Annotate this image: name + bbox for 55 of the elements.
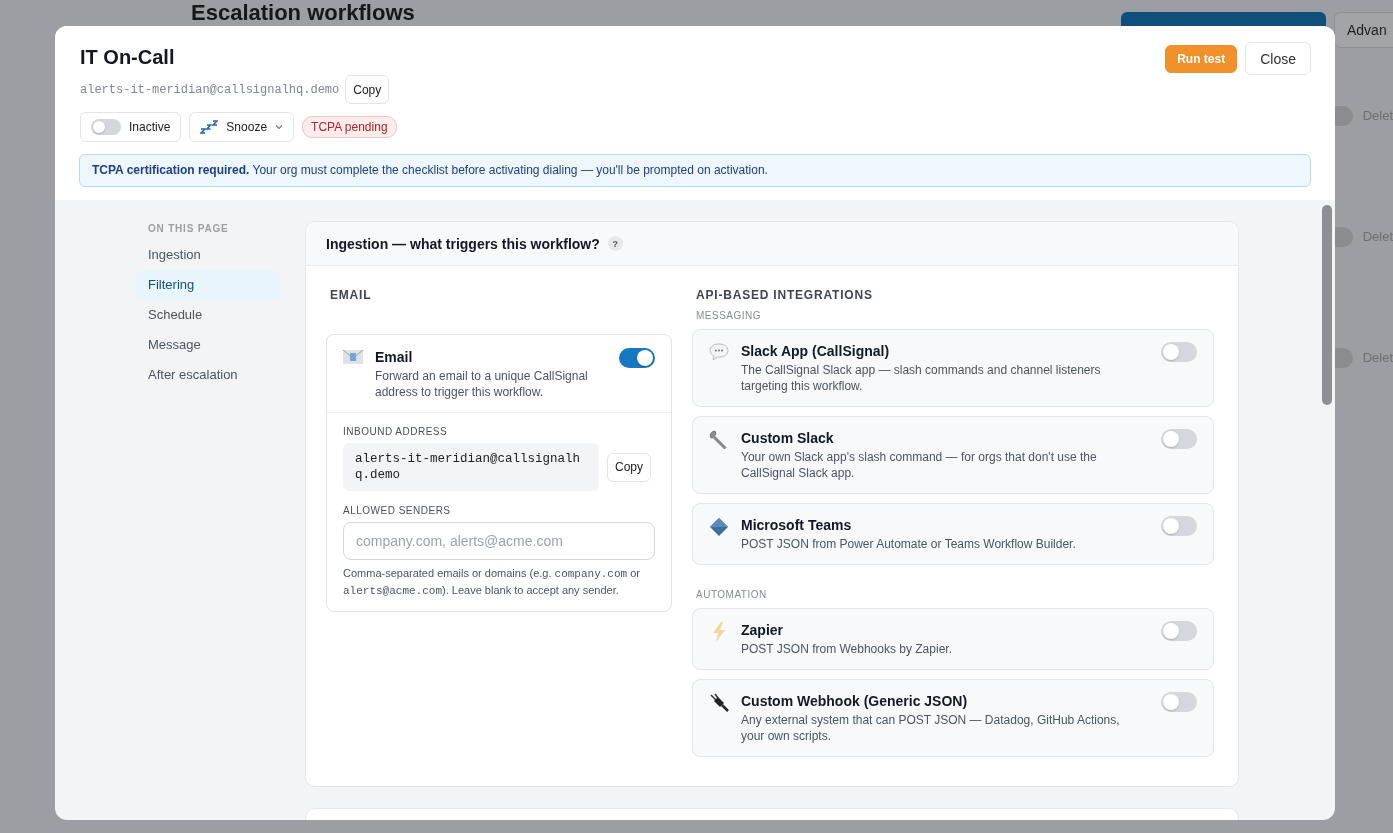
integration-title: Microsoft Teams: [741, 516, 853, 534]
sleep-icon: [200, 120, 219, 134]
speech-bubble-icon: [709, 343, 729, 361]
notice-banner: TCPA certification required. Your org must complete the checklist before activating dialing — you'll be prompted on activation.: [79, 154, 1311, 187]
column-heading: API-BASED INTEGRATIONS: [695, 287, 874, 303]
field-label: INBOUND ADDRESS: [343, 426, 449, 437]
integration-description: The CallSignal Slack app — slash commands and channel listeners targeting this workflow.: [741, 362, 1102, 394]
nav-heading: ON THIS PAGE: [147, 222, 230, 236]
integration-description: Forward an email to a unique CallSignal address to trigger this workflow.: [375, 368, 589, 400]
status-badge: TCPA pending: [302, 116, 397, 138]
nav-item[interactable]: Schedule: [136, 300, 280, 330]
envelope-icon: [343, 350, 363, 364]
diamond-icon: [709, 517, 729, 537]
field-label: ALLOWED SENDERS: [343, 505, 452, 516]
toggle-switch[interactable]: [619, 348, 655, 368]
advanced-button[interactable]: Advan: [1334, 12, 1393, 48]
integration-title: Email: [375, 348, 414, 366]
page-title: Escalation workflows: [191, 0, 416, 25]
status-toggle[interactable]: Inactive: [80, 112, 182, 142]
help-badge[interactable]: ?: [607, 236, 623, 251]
copy-button[interactable]: Copy: [607, 452, 651, 482]
senders-input[interactable]: company.com, alerts@acme.com: [343, 522, 655, 560]
column-heading: EMAIL: [329, 287, 373, 303]
toggle-switch[interactable]: [1161, 621, 1197, 641]
inbound-address: alerts-it-meridian@callsignalhq.demo: [343, 443, 599, 491]
caret-icon: [275, 124, 284, 130]
integration-title: Slack App (CallSignal): [741, 342, 891, 360]
plug-icon: [709, 693, 729, 713]
group-label: MESSAGING: [696, 310, 763, 321]
integration-description: POST JSON from Power Automate or Teams Workflow Builder.: [741, 536, 1077, 552]
copy-button[interactable]: Copy: [345, 75, 390, 104]
hint-text: Comma-separated emails or domains (e.g. company.com or alerts@acme.com). Leave blank to accept any sender.: [343, 566, 641, 599]
integration-title: Custom Slack: [741, 429, 835, 447]
card-title: Ingestion — what triggers this workflow?: [326, 235, 600, 252]
toggle-switch[interactable]: [1161, 516, 1197, 536]
toggle-switch[interactable]: [1161, 692, 1197, 712]
nav-item[interactable]: Message: [136, 330, 280, 360]
group-label: AUTOMATION: [696, 589, 768, 600]
nav-item[interactable]: Filtering: [136, 270, 280, 300]
dialog-title: IT On-Call: [80, 45, 176, 70]
scrollbar-thumb[interactable]: [1322, 205, 1332, 405]
integration-description: Any external system that can POST JSON — Datadog, GitHub Actions, your own scripts.: [741, 712, 1121, 744]
email-address: alerts-it-meridian@callsignalhq.demo: [80, 82, 340, 97]
nav-item[interactable]: After escalation: [136, 360, 280, 390]
toggle-switch[interactable]: [1161, 342, 1197, 362]
nav-item[interactable]: Ingestion: [136, 240, 280, 270]
close-button[interactable]: Close: [1245, 42, 1311, 75]
lightning-icon: [711, 622, 727, 642]
wrench-icon: [709, 430, 729, 450]
integration-description: POST JSON from Webhooks by Zapier.: [741, 641, 953, 657]
integration-title: Zapier: [741, 621, 784, 639]
integration-title: Custom Webhook (Generic JSON): [741, 692, 969, 710]
snooze-dropdown[interactable]: Snooze: [189, 112, 295, 142]
toggle-switch[interactable]: [1161, 429, 1197, 449]
integration-description: Your own Slack app's slash command — for orgs that don't use the CallSignal Slack app.: [741, 449, 1098, 481]
